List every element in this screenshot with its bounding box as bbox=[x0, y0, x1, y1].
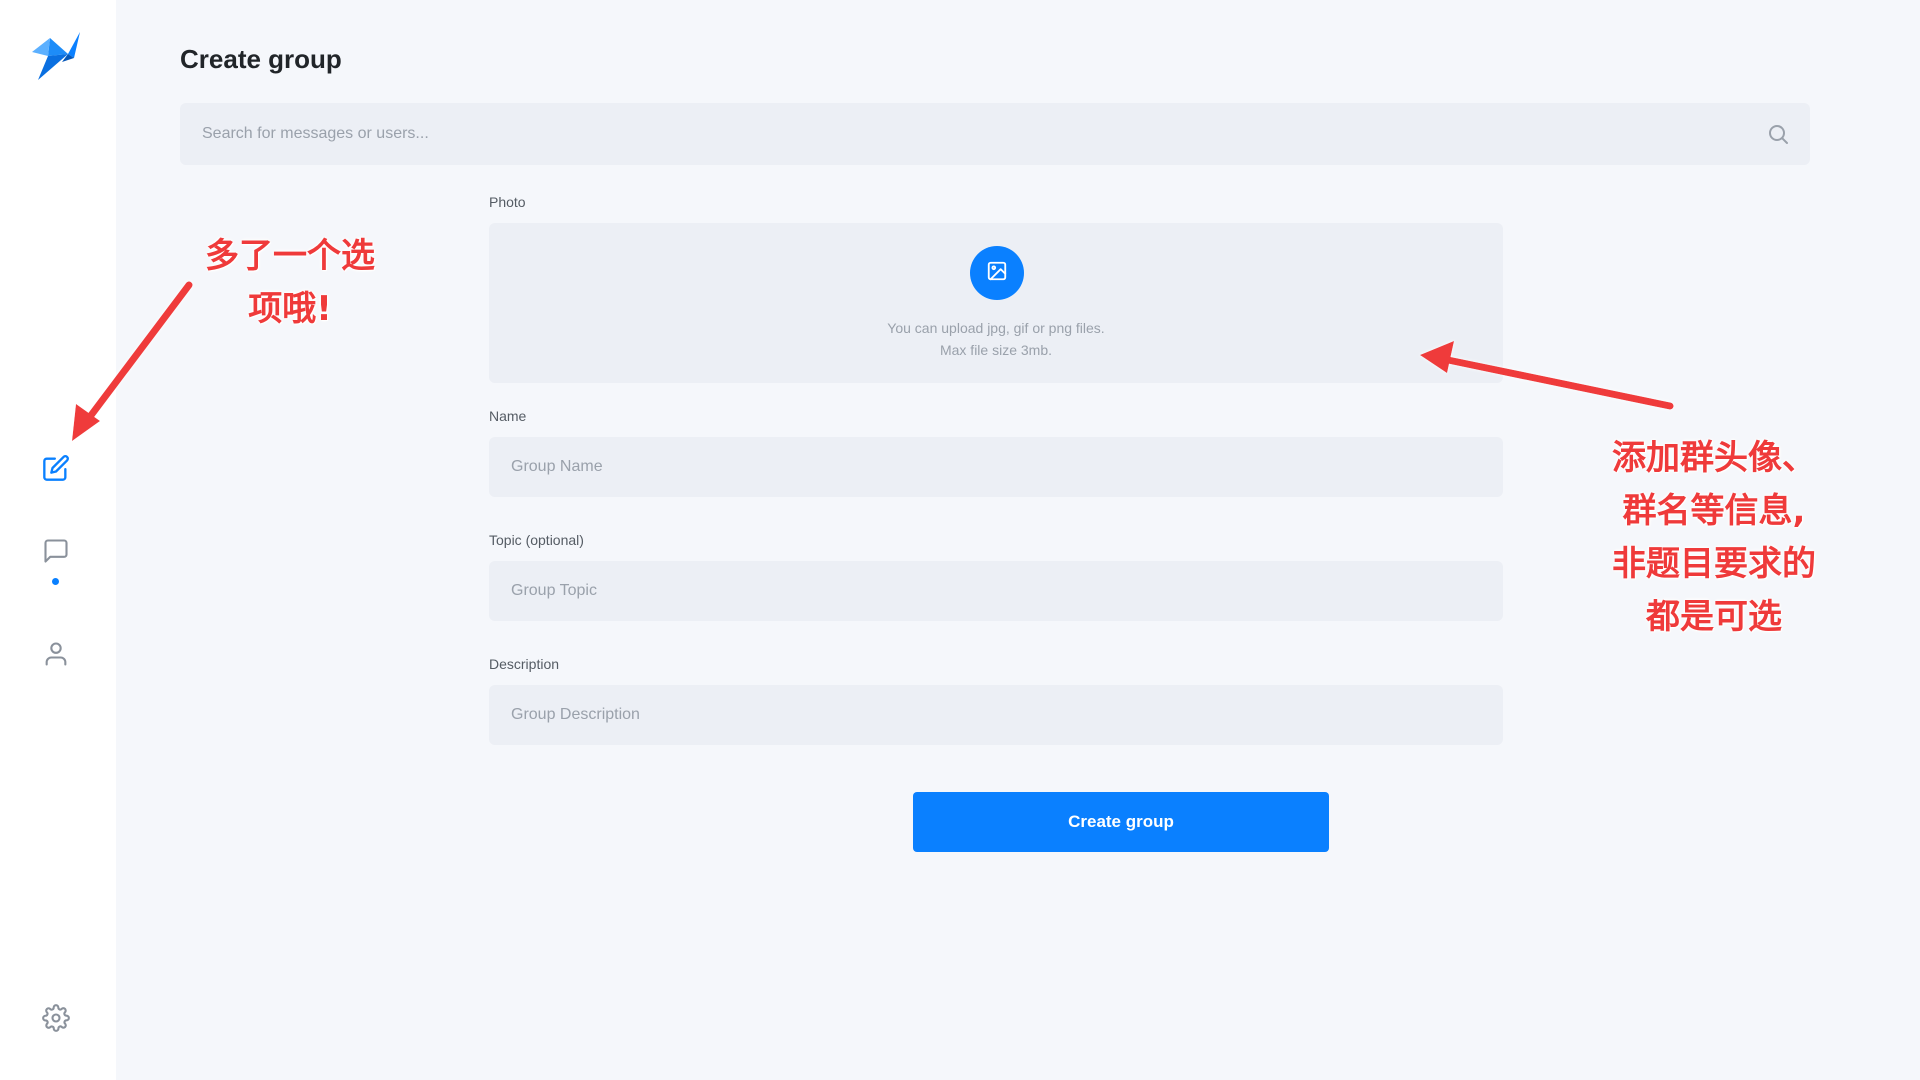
sidebar bbox=[0, 0, 116, 1080]
create-group-button[interactable]: Create group bbox=[913, 792, 1329, 852]
annotation-right: 添加群头像、 群名等信息, 非题目要求的 都是可选 bbox=[1600, 432, 1828, 644]
image-icon bbox=[986, 260, 1008, 287]
nav-compose-button[interactable] bbox=[34, 448, 78, 492]
annotation-right-line3: 非题目要求的 bbox=[1612, 544, 1816, 584]
annotation-right-line2: 群名等信息, bbox=[1622, 491, 1806, 531]
chats-indicator-dot bbox=[52, 578, 59, 585]
nav-chats-button[interactable] bbox=[34, 531, 78, 575]
photo-upload-button[interactable] bbox=[970, 246, 1024, 300]
annotation-left-line1: 多了一个选 bbox=[205, 236, 375, 276]
gear-icon bbox=[42, 1003, 70, 1037]
description-label: Description bbox=[489, 656, 560, 672]
app-logo bbox=[28, 28, 84, 84]
topic-label: Topic (optional) bbox=[489, 532, 584, 548]
settings-button[interactable] bbox=[34, 998, 78, 1042]
chat-icon bbox=[42, 537, 70, 570]
page-title: Create group bbox=[180, 44, 342, 74]
edit-icon bbox=[42, 454, 70, 487]
group-name-input[interactable] bbox=[489, 437, 1503, 497]
nav-contacts-button[interactable] bbox=[34, 634, 78, 678]
search-icon[interactable] bbox=[1766, 122, 1790, 146]
upload-hint-size: Max file size 3mb. bbox=[939, 342, 1053, 358]
photo-label: Photo bbox=[489, 194, 526, 210]
name-label: Name bbox=[489, 408, 527, 424]
upload-hint-formats: You can upload jpg, gif or png files. bbox=[887, 320, 1105, 336]
group-topic-input[interactable] bbox=[489, 561, 1503, 621]
search-bar bbox=[180, 103, 1810, 165]
annotation-right-line4: 都是可选 bbox=[1646, 597, 1782, 637]
photo-upload-area[interactable]: You can upload jpg, gif or png files. Ma… bbox=[489, 223, 1503, 383]
annotation-left-line2: 项哦! bbox=[248, 289, 332, 329]
search-input[interactable] bbox=[180, 103, 1810, 165]
group-description-input[interactable] bbox=[489, 685, 1503, 745]
annotation-left: 多了一个选 项哦! bbox=[190, 230, 390, 336]
user-icon bbox=[42, 640, 70, 673]
annotation-right-line1: 添加群头像、 bbox=[1612, 438, 1816, 478]
